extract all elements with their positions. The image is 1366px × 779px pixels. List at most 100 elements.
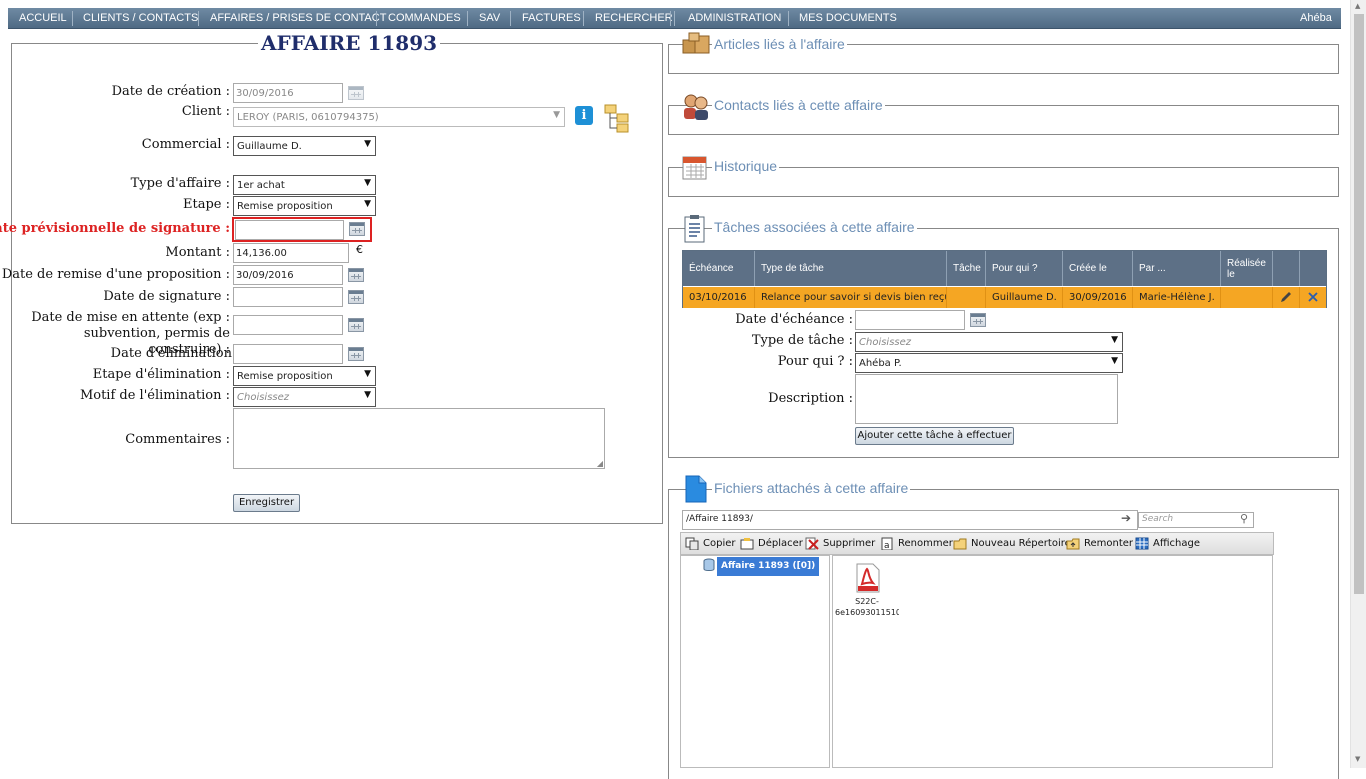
commentaires-textarea[interactable]: ◢ <box>233 408 605 469</box>
nav-separator <box>467 11 468 26</box>
nav-factures[interactable]: FACTURES <box>522 8 581 29</box>
view-label: Affichage <box>1153 538 1200 549</box>
calendar-icon[interactable] <box>348 290 364 304</box>
description-textarea[interactable] <box>855 374 1118 424</box>
label-date-previsionnelle: Date prévisionnelle de signature : <box>0 221 230 236</box>
nav-rechercher[interactable]: RECHERCHER <box>595 8 673 29</box>
nav-user-name[interactable]: Ahéba <box>1300 8 1332 29</box>
type-affaire-select-value: 1er achat <box>237 180 285 191</box>
date-signature-input[interactable] <box>233 287 343 307</box>
task-cell-type[interactable]: Relance pour savoir si devis bien reçu <box>755 287 947 308</box>
etape-select-value: Remise proposition <box>237 201 333 212</box>
delete-task-button[interactable] <box>1300 287 1326 308</box>
grid-view-icon <box>1135 537 1149 550</box>
contacts-icon <box>684 94 708 120</box>
calendar-icon[interactable] <box>349 222 365 236</box>
date-remise-input[interactable]: 30/09/2016 <box>233 265 343 285</box>
nav-accueil[interactable]: ACCUEIL <box>19 8 67 29</box>
edit-task-button[interactable] <box>1273 287 1300 308</box>
etape-elimination-select[interactable]: Remise proposition ▼ <box>233 366 376 386</box>
chevron-down-icon: ▼ <box>364 390 371 400</box>
date-previsionnelle-input[interactable] <box>235 220 344 240</box>
parent-folder-button[interactable]: Remonter <box>1066 537 1133 550</box>
date-attente-input[interactable] <box>233 315 343 335</box>
add-task-button[interactable]: Ajouter cette tâche à effectuer <box>855 427 1014 445</box>
enregistrer-button[interactable]: Enregistrer <box>233 494 300 512</box>
column-header-par[interactable]: Par ... <box>1133 251 1221 286</box>
montant-input[interactable]: 14,136.00 <box>233 243 349 263</box>
column-header-echeance[interactable]: Échéance <box>683 251 755 286</box>
calendar-icon[interactable] <box>348 347 364 361</box>
client-select[interactable]: LEROY (PARIS, 0610794375) ▼ <box>233 107 565 127</box>
chevron-down-icon: ▼ <box>364 199 371 209</box>
nav-commandes[interactable]: COMMANDES <box>388 8 461 29</box>
nav-clients-contacts[interactable]: CLIENTS / CONTACTS <box>83 8 198 29</box>
new-folder-button[interactable]: Nouveau Répertoire <box>953 537 1071 550</box>
task-cell-par[interactable]: Marie-Hélène J. <box>1133 287 1221 308</box>
task-cell-pour-qui[interactable]: Guillaume D. <box>986 287 1063 308</box>
nav-separator <box>198 11 199 26</box>
nav-separator <box>72 11 73 26</box>
chevron-down-icon: ▼ <box>1111 335 1118 345</box>
etape-select[interactable]: Remise proposition ▼ <box>233 196 376 216</box>
nav-affaires[interactable]: AFFAIRES / PRISES DE CONTACT <box>210 8 386 29</box>
file-toolbar: Copier Déplacer Supprimer a Renommer Nou… <box>680 532 1274 555</box>
label-etape: Etape : <box>183 197 230 212</box>
label-date-remise: Date de remise d'une proposition : <box>1 267 230 282</box>
task-cell-realisee-le[interactable] <box>1221 287 1273 308</box>
scroll-up-arrow-icon[interactable]: ▲ <box>1355 2 1360 10</box>
calendar-icon[interactable] <box>970 313 986 327</box>
type-affaire-select[interactable]: 1er achat ▼ <box>233 175 376 195</box>
column-header-creee-le[interactable]: Créée le <box>1063 251 1133 286</box>
tree-folders-icon[interactable] <box>603 103 631 133</box>
date-echeance-input[interactable] <box>855 310 965 330</box>
nav-sav[interactable]: SAV <box>479 8 500 29</box>
file-path-input[interactable]: /Affaire 11893/ <box>682 510 1138 530</box>
calendar-icon[interactable] <box>348 318 364 332</box>
motif-elimination-select[interactable]: Choisissez ▼ <box>233 387 376 407</box>
file-name-line2: 6e16093011510 <box>835 608 899 617</box>
commercial-select[interactable]: Guillaume D. ▼ <box>233 136 376 156</box>
page-scrollbar[interactable]: ▲ ▼ <box>1350 0 1366 768</box>
database-icon <box>703 558 715 571</box>
go-arrow-icon[interactable]: ➔ <box>1121 511 1131 525</box>
date-creation-input[interactable]: 30/09/2016 <box>233 83 343 103</box>
chevron-down-icon: ▼ <box>553 110 560 120</box>
nav-mes-documents[interactable]: MES DOCUMENTS <box>799 8 897 29</box>
pour-qui-select[interactable]: Ahéba P. ▼ <box>855 353 1123 373</box>
task-cell-creee-le[interactable]: 30/09/2016 <box>1063 287 1133 308</box>
currency-symbol: € <box>356 243 363 256</box>
calendar-icon[interactable] <box>348 268 364 282</box>
file-item[interactable]: S22C- 6e16093011510 <box>835 563 899 623</box>
nav-separator <box>376 11 377 26</box>
column-header-realisee-le[interactable]: Réalisée le <box>1221 251 1273 286</box>
type-tache-select-value: Choisissez <box>859 337 912 348</box>
scroll-thumb[interactable] <box>1354 14 1364 594</box>
nav-administration[interactable]: ADMINISTRATION <box>688 8 781 29</box>
scroll-down-arrow-icon[interactable]: ▼ <box>1355 755 1360 763</box>
date-elimination-input[interactable] <box>233 344 343 364</box>
column-header-tache[interactable]: Tâche <box>947 251 986 286</box>
task-cell-tache[interactable] <box>947 287 986 308</box>
client-select-value: LEROY (PARIS, 0610794375) <box>237 112 379 123</box>
column-header-type-tache[interactable]: Type de tâche <box>755 251 947 286</box>
move-button[interactable]: Déplacer <box>740 537 803 550</box>
label-type-affaire: Type d'affaire : <box>130 176 230 191</box>
file-search-input[interactable]: Search <box>1138 512 1254 528</box>
new-folder-label: Nouveau Répertoire <box>971 538 1071 549</box>
view-button[interactable]: Affichage <box>1135 537 1200 550</box>
task-cell-echeance[interactable]: 03/10/2016 <box>683 287 755 308</box>
column-header-pour-qui[interactable]: Pour qui ? <box>986 251 1063 286</box>
label-montant: Montant : <box>165 245 230 260</box>
info-icon[interactable]: i <box>575 106 593 125</box>
file-name-line1: S22C- <box>855 597 879 606</box>
file-icon <box>685 475 707 503</box>
type-tache-select[interactable]: Choisissez ▼ <box>855 332 1123 352</box>
delete-button[interactable]: Supprimer <box>805 537 875 550</box>
copy-button[interactable]: Copier <box>685 537 736 550</box>
tree-root-folder[interactable]: Affaire 11893 ([0]) <box>717 557 820 576</box>
rename-button[interactable]: a Renommer <box>880 537 953 550</box>
search-icon[interactable]: ⚲ <box>1240 512 1248 525</box>
resize-handle-icon[interactable]: ◢ <box>597 459 603 468</box>
pour-qui-select-value: Ahéba P. <box>859 358 902 369</box>
